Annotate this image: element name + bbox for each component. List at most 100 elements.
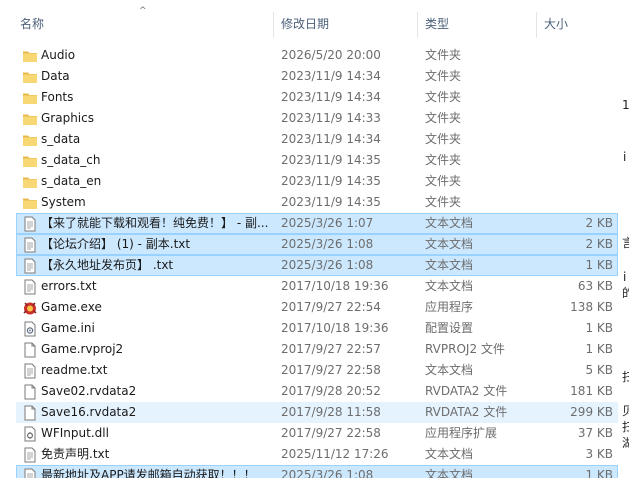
file-name: 【永久地址发布页】 .txt: [41, 258, 174, 272]
folder-icon: [22, 195, 38, 211]
file-explorer-list: ^ 名称 修改日期 类型 大小 Audio 2026/5/20 20:00 文件夹 D…: [0, 0, 629, 478]
file-type: 文件夹: [425, 48, 462, 62]
file-modified-date: 2025/3/26 1:07: [281, 216, 374, 230]
file-row[interactable]: Graphics 2023/11/9 14:33 文件夹: [16, 108, 618, 129]
file-row[interactable]: 【论坛介绍】 (1) - 副本.txt 2025/3/26 1:08 文本文档 2 K…: [16, 234, 618, 255]
file-name: Audio: [41, 48, 76, 62]
file-type: 文本文档: [425, 447, 474, 461]
file-type: 文本文档: [425, 279, 474, 293]
file-name: Data: [41, 69, 70, 83]
file-type: 文本文档: [425, 237, 474, 251]
file-row[interactable]: Game.ini 2017/10/18 19:36 配置设置 1 KB: [16, 318, 618, 339]
file-name: s_data_en: [41, 174, 102, 188]
column-header-date[interactable]: 修改日期: [275, 10, 417, 38]
text-file-icon: [22, 447, 38, 463]
text-file-icon: [22, 237, 38, 253]
partial-text-fragment: i: [623, 150, 627, 164]
file-modified-date: 2017/9/27 22:54: [281, 300, 381, 314]
file-modified-date: 2017/10/18 19:36: [281, 279, 389, 293]
file-name: 最新地址及APP请发邮箱自动获取！！！: [41, 468, 256, 478]
file-size: [537, 151, 613, 170]
file-size: 181 KB: [570, 384, 613, 398]
file-size: [537, 193, 613, 212]
file-name: 【论坛介绍】 (1) - 副本.txt: [41, 237, 191, 251]
file-row[interactable]: s_data 2023/11/9 14:34 文件夹: [16, 129, 618, 150]
file-row[interactable]: 最新地址及APP请发邮箱自动获取！！！ 2025/3/26 1:08 文本文档 1 K…: [16, 465, 618, 478]
file-size: 1 KB: [585, 258, 613, 272]
file-modified-date: 2017/9/27 22:58: [281, 426, 381, 440]
file-size: 299 KB: [570, 405, 613, 419]
file-type: 文件夹: [425, 111, 462, 125]
file-modified-date: 2017/10/18 19:36: [281, 321, 389, 335]
blank-file-icon: [22, 384, 38, 400]
column-header-type[interactable]: 类型: [419, 10, 536, 38]
file-row[interactable]: Fonts 2023/11/9 14:34 文件夹: [16, 87, 618, 108]
file-size: 5 KB: [585, 363, 613, 377]
blank-file-icon: [22, 342, 38, 358]
file-name: System: [41, 195, 86, 209]
column-header-name[interactable]: 名称: [14, 10, 272, 38]
file-size: [537, 109, 613, 128]
file-size: 2 KB: [585, 216, 613, 230]
file-row[interactable]: 【来了就能下载和观看！纯免费！】 - 副... 2025/3/26 1:07 文本文…: [16, 213, 618, 234]
file-size: 1 KB: [585, 321, 613, 335]
file-type: 文件夹: [425, 132, 462, 146]
file-modified-date: 2023/11/9 14:34: [281, 69, 381, 83]
column-header-bar: ^ 名称 修改日期 类型 大小: [0, 0, 629, 44]
text-file-icon: [22, 216, 38, 232]
column-divider[interactable]: [536, 12, 537, 38]
file-modified-date: 2025/3/26 1:08: [281, 237, 374, 251]
file-row[interactable]: s_data_ch 2023/11/9 14:35 文件夹: [16, 150, 618, 171]
file-name: Game.rvproj2: [41, 342, 124, 356]
file-name: Game.ini: [41, 321, 95, 335]
file-type: 应用程序: [425, 300, 474, 314]
text-file-icon: [22, 279, 38, 295]
file-name: 免责声明.txt: [41, 447, 110, 461]
file-row[interactable]: s_data_en 2023/11/9 14:35 文件夹: [16, 171, 618, 192]
file-row[interactable]: WFInput.dll 2017/9/27 22:58 应用程序扩展 37 KB: [16, 423, 618, 444]
file-name: Save16.rvdata2: [41, 405, 137, 419]
dll-file-icon: [22, 426, 38, 442]
partial-text-fragment: 湖: [622, 436, 629, 450]
partial-text-fragment: 的: [622, 286, 629, 300]
file-name: errors.txt: [41, 279, 97, 293]
file-name: s_data_ch: [41, 153, 101, 167]
file-size: 2 KB: [585, 237, 613, 251]
folder-icon: [22, 174, 38, 190]
folder-icon: [22, 90, 38, 106]
file-row[interactable]: Game.rvproj2 2017/9/27 22:57 RVPROJ2 文件 1 K…: [16, 339, 618, 360]
file-row[interactable]: Save16.rvdata2 2017/9/28 11:58 RVDATA2 文件 2…: [16, 402, 618, 423]
file-row[interactable]: errors.txt 2017/10/18 19:36 文本文档 63 KB: [16, 276, 618, 297]
file-name: Graphics: [41, 111, 94, 125]
file-type: RVPROJ2 文件: [425, 342, 505, 356]
file-modified-date: 2023/11/9 14:34: [281, 90, 381, 104]
file-size: [537, 130, 613, 149]
file-modified-date: 2017/9/28 20:52: [281, 384, 381, 398]
column-divider[interactable]: [417, 12, 418, 38]
file-name: readme.txt: [41, 363, 108, 377]
folder-icon: [22, 132, 38, 148]
file-row[interactable]: 【永久地址发布页】 .txt 2025/3/26 1:08 文本文档 1 KB: [16, 255, 618, 276]
file-row[interactable]: Audio 2026/5/20 20:00 文件夹: [16, 45, 618, 66]
file-size: 1 KB: [585, 468, 613, 478]
file-row[interactable]: Save02.rvdata2 2017/9/28 20:52 RVDATA2 文件 1…: [16, 381, 618, 402]
settings-file-icon: [22, 321, 38, 337]
file-name: WFInput.dll: [41, 426, 109, 440]
column-divider[interactable]: [273, 12, 274, 38]
file-modified-date: 2017/9/27 22:58: [281, 363, 381, 377]
file-type: 文件夹: [425, 153, 462, 167]
file-size: 63 KB: [577, 279, 613, 293]
file-modified-date: 2025/3/26 1:08: [281, 468, 374, 478]
text-file-icon: [22, 468, 38, 478]
folder-icon: [22, 111, 38, 127]
file-row[interactable]: System 2023/11/9 14:35 文件夹: [16, 192, 618, 213]
file-modified-date: 2017/9/28 11:58: [281, 405, 381, 419]
file-row[interactable]: 免责声明.txt 2025/11/12 17:26 文本文档 3 KB: [16, 444, 618, 465]
folder-icon: [22, 69, 38, 85]
file-row[interactable]: readme.txt 2017/9/27 22:58 文本文档 5 KB: [16, 360, 618, 381]
file-modified-date: 2025/3/26 1:08: [281, 258, 374, 272]
file-row[interactable]: Game.exe 2017/9/27 22:54 应用程序 138 KB: [16, 297, 618, 318]
file-row[interactable]: Data 2023/11/9 14:34 文件夹: [16, 66, 618, 87]
column-header-size[interactable]: 大小: [538, 10, 618, 38]
partial-text-fragment: 扫: [622, 370, 629, 384]
